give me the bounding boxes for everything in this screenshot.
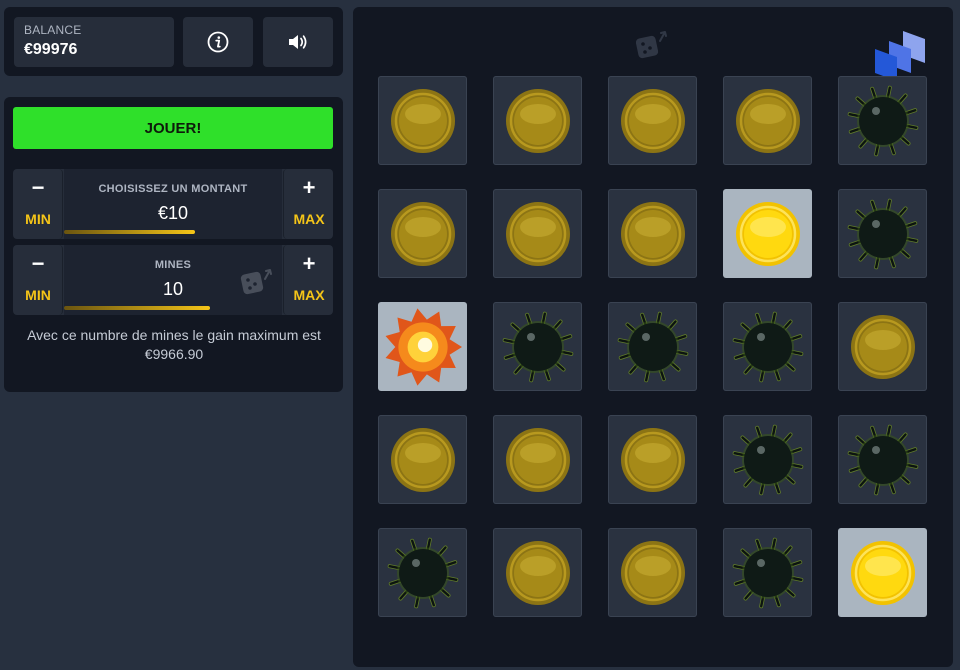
coin-icon [850,314,915,379]
balance-box: BALANCE €99976 [14,17,174,67]
mines-max-label: MAX [293,287,325,303]
tile-coin[interactable] [608,189,697,278]
coin-icon [505,201,570,266]
tile-coin-revealed[interactable] [838,528,927,617]
mine-icon [732,537,803,608]
mine-icon [732,424,803,495]
mine-icon [732,311,803,382]
amount-value: €10 [157,203,189,223]
minus-icon: − [31,175,45,200]
mine-icon [387,537,458,608]
mine-icon [502,311,573,382]
mine-icon [617,311,688,382]
amount-title: CHOISISSEZ UN MONTANT [98,183,248,195]
explosion-icon [385,307,462,386]
tile-explosion[interactable] [378,302,467,391]
tile-coin[interactable] [378,415,467,504]
amount-field[interactable]: CHOISISSEZ UN MONTANT €10 [64,169,282,239]
mines-slider-fill [64,306,211,310]
tile-mine[interactable] [723,415,812,504]
mines-slider[interactable] [64,306,282,310]
balance-value: €99976 [24,41,78,58]
amount-decrease-button[interactable]: − MIN [13,169,63,239]
coin-icon [390,427,455,492]
coin-icon [390,88,455,153]
tile-coin[interactable] [608,415,697,504]
coin-icon [505,540,570,605]
tile-mine[interactable] [378,528,467,617]
plus-icon: + [302,175,316,200]
coin-icon [735,201,800,266]
info-icon [207,31,229,53]
mines-stepper: − MIN MINES 10 + MAX [13,245,333,315]
mines-min-label: MIN [25,287,51,303]
coin-icon [735,88,800,153]
coin-icon [390,201,455,266]
tile-coin[interactable] [378,76,467,165]
random-pick-dice-icon[interactable] [633,27,673,66]
speaker-icon [289,35,307,49]
tile-coin[interactable] [493,76,582,165]
tile-coin[interactable] [378,189,467,278]
mines-field[interactable]: MINES 10 [64,245,282,315]
plus-icon: + [302,251,316,276]
coin-icon [505,427,570,492]
mines-decrease-button[interactable]: − MIN [13,245,63,315]
tile-mine[interactable] [723,528,812,617]
coin-icon [620,540,685,605]
info-button[interactable] [183,17,253,67]
coin-icon [850,540,915,605]
amount-stepper: − MIN CHOISISSEZ UN MONTANT €10 + MAX [13,169,333,239]
mine-icon [847,85,918,156]
max-gain-info: Avec ce numbre de mines le gain maximum … [27,327,321,362]
tile-coin[interactable] [608,76,697,165]
coin-icon [620,88,685,153]
minus-icon: − [31,251,45,276]
amount-slider-fill [64,230,195,234]
mine-icon [847,424,918,495]
amount-min-label: MIN [25,211,51,227]
coin-icon [620,427,685,492]
tile-coin[interactable] [493,189,582,278]
tile-coin[interactable] [838,302,927,391]
balance-label: BALANCE [24,23,82,37]
tile-mine[interactable] [838,76,927,165]
random-dice-icon[interactable] [240,265,276,302]
tile-coin[interactable] [493,415,582,504]
controls-panel: JOUER! − MIN CHOISISSEZ UN MONTANT €10 +… [4,97,343,392]
tile-mine[interactable] [838,189,927,278]
game-board [353,7,953,667]
coin-icon [620,201,685,266]
amount-slider[interactable] [64,230,282,234]
sound-button[interactable] [263,17,333,67]
tile-mine[interactable] [493,302,582,391]
tile-coin-revealed[interactable] [723,189,812,278]
tile-mine[interactable] [608,302,697,391]
play-button[interactable]: JOUER! [13,107,333,149]
tile-coin[interactable] [608,528,697,617]
amount-max-label: MAX [293,211,325,227]
mine-icon [847,198,918,269]
coin-icon [505,88,570,153]
tile-mine[interactable] [838,415,927,504]
amount-increase-button[interactable]: + MAX [283,169,333,239]
balance-panel: BALANCE €99976 [4,7,343,76]
mines-increase-button[interactable]: + MAX [283,245,333,315]
tile-coin[interactable] [493,528,582,617]
tile-coin[interactable] [723,76,812,165]
tile-mine[interactable] [723,302,812,391]
